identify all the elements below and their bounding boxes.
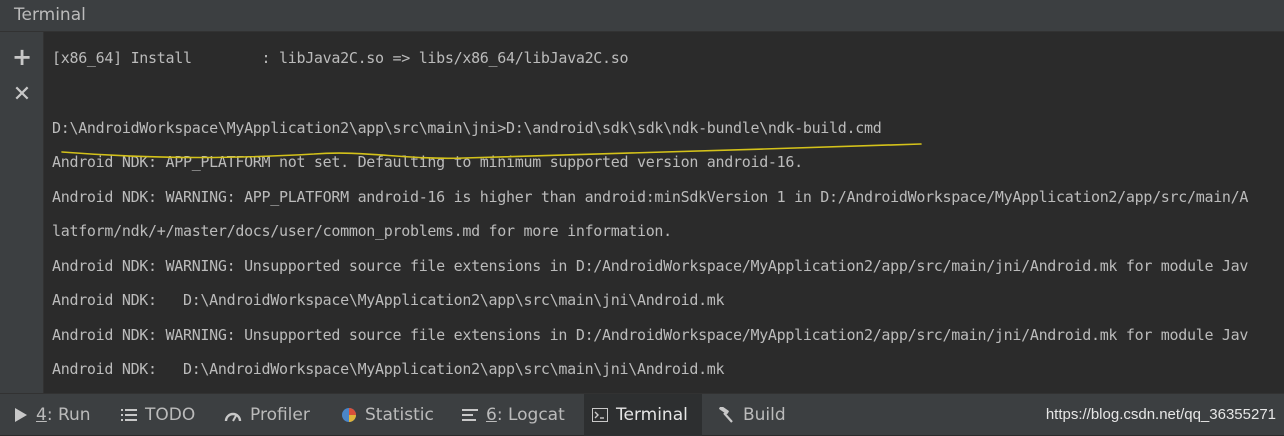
tab-logcat-label: : Logcat bbox=[496, 405, 565, 425]
close-session-button[interactable]: ✕ bbox=[9, 82, 35, 108]
console-line: Android NDK: D:\AndroidWorkspace\MyAppli… bbox=[52, 360, 725, 378]
bottom-tool-bar: 4: Run TODO Profiler Statistic 6: Logca… bbox=[0, 393, 1284, 436]
watermark-url: https://blog.csdn.net/qq_36355271 bbox=[1045, 406, 1276, 423]
hammer-icon bbox=[717, 407, 735, 423]
terminal-side-toolbar: + ✕ bbox=[0, 32, 44, 393]
tab-build[interactable]: Build bbox=[717, 394, 786, 436]
tab-todo[interactable]: TODO bbox=[121, 394, 195, 436]
close-icon: ✕ bbox=[12, 82, 32, 107]
console-line: Android NDK: WARNING: Unsupported source… bbox=[52, 326, 1249, 344]
tab-todo-label: TODO bbox=[145, 405, 196, 425]
tab-build-label: Build bbox=[743, 405, 786, 425]
plus-icon: + bbox=[11, 43, 33, 71]
tool-window-title: Terminal bbox=[14, 5, 86, 25]
console-line: Android NDK: WARNING: Unsupported source… bbox=[52, 257, 1249, 275]
tab-logcat-number: 6 bbox=[486, 405, 497, 425]
terminal-output[interactable]: [x86_64] Install : libJava2C.so => libs/… bbox=[44, 32, 1284, 393]
console-line: [x86_64] Install : libJava2C.so => libs/… bbox=[52, 49, 629, 67]
tab-terminal[interactable]: Terminal bbox=[584, 394, 702, 436]
console-line: Android NDK: APP_PLATFORM not set. Defau… bbox=[52, 153, 803, 171]
tool-window-header: Terminal bbox=[0, 0, 1284, 32]
logcat-icon bbox=[462, 408, 478, 422]
pie-icon bbox=[341, 407, 357, 423]
tab-run[interactable]: 4: Run bbox=[14, 394, 91, 436]
console-line: D:\AndroidWorkspace\MyApplication2\app\s… bbox=[52, 119, 882, 137]
new-session-button[interactable]: + bbox=[9, 44, 35, 70]
tab-profiler[interactable]: Profiler bbox=[224, 394, 310, 436]
tab-statistic-label: Statistic bbox=[365, 405, 434, 425]
tab-terminal-label: Terminal bbox=[616, 405, 688, 425]
tab-run-label: : Run bbox=[46, 405, 91, 425]
list-icon bbox=[121, 408, 137, 422]
terminal-icon bbox=[592, 408, 608, 422]
console-line: Android NDK: WARNING: APP_PLATFORM andro… bbox=[52, 188, 1249, 206]
gauge-icon bbox=[224, 408, 242, 422]
tab-run-number: 4 bbox=[36, 405, 47, 425]
console-line: latform/ndk/+/master/docs/user/common_pr… bbox=[52, 222, 672, 240]
tab-profiler-label: Profiler bbox=[250, 405, 310, 425]
run-icon bbox=[14, 407, 28, 423]
tab-logcat[interactable]: 6: Logcat bbox=[462, 394, 565, 436]
tab-statistic[interactable]: Statistic bbox=[341, 394, 434, 436]
console-line: Android NDK: D:\AndroidWorkspace\MyAppli… bbox=[52, 291, 725, 309]
